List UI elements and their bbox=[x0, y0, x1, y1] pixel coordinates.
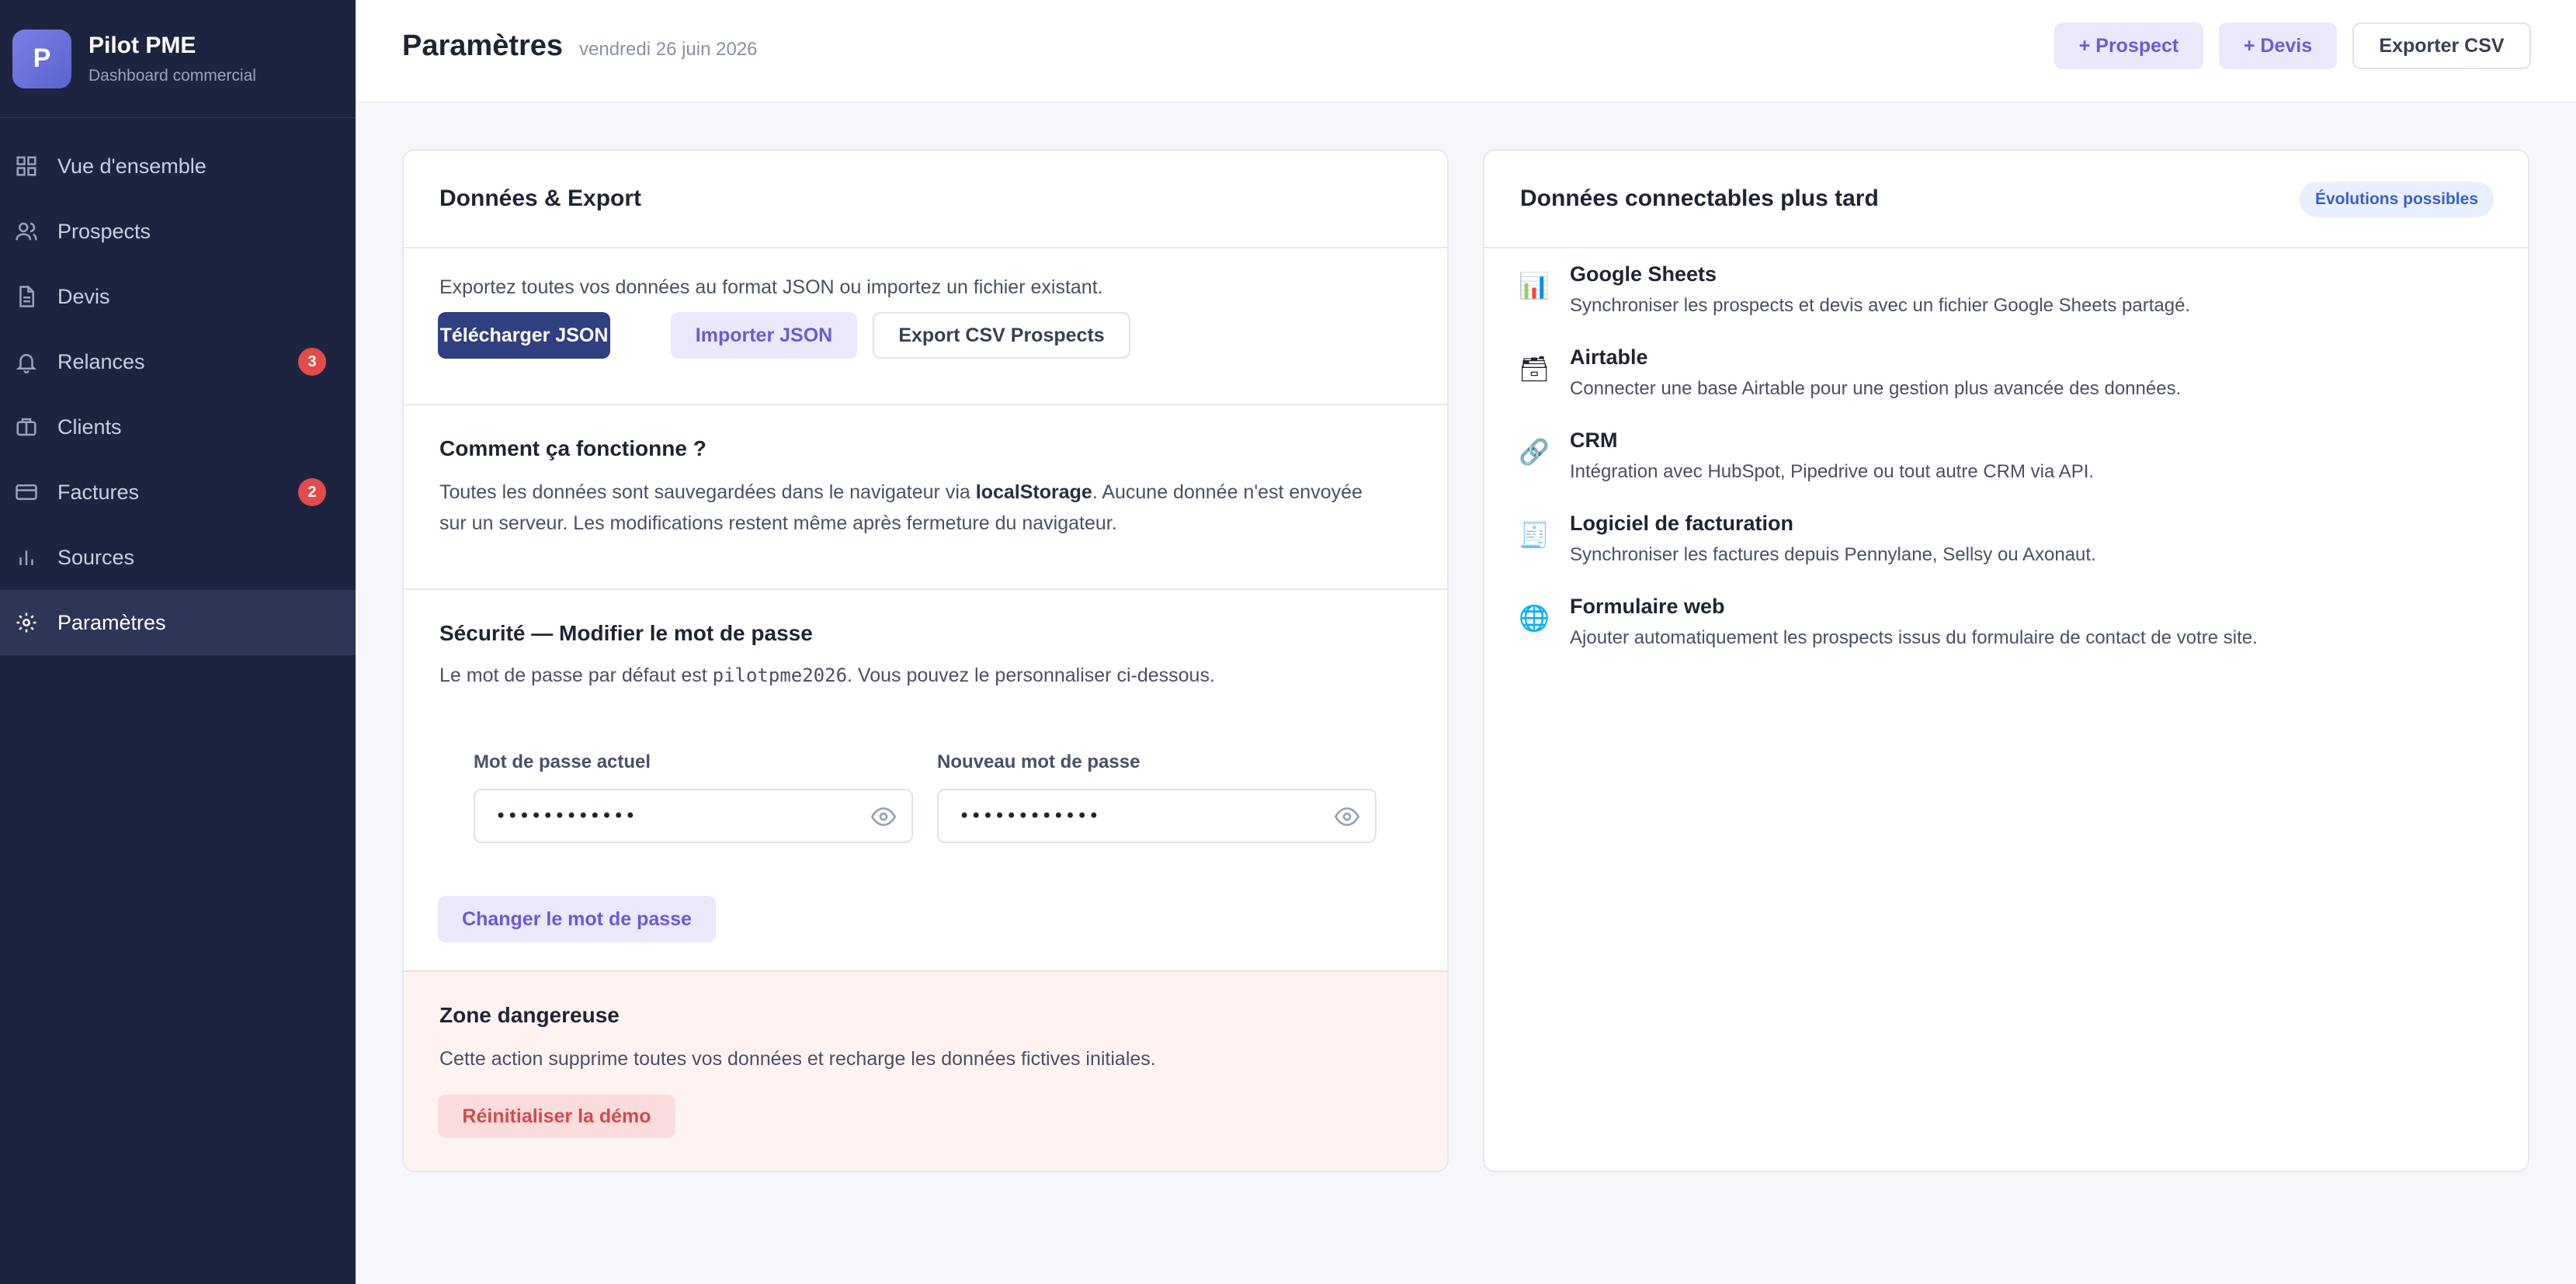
top-header: Paramètres vendredi 26 juin 2026 + Prosp… bbox=[356, 0, 2576, 102]
bar-chart-emoji-icon: 📊 bbox=[1519, 271, 1550, 300]
sidebar-nav: Vue d'ensemble Prospects Devis Relances … bbox=[0, 134, 356, 655]
gear-icon bbox=[14, 610, 39, 635]
localstorage-term: localStorage bbox=[975, 481, 1092, 503]
integration-name: Google Sheets bbox=[1570, 262, 1717, 286]
add-prospect-button[interactable]: + Prospect bbox=[2054, 23, 2203, 69]
default-password: pilotpme2026 bbox=[712, 665, 848, 686]
sidebar-item-relances[interactable]: Relances 3 bbox=[0, 329, 356, 394]
sidebar-item-label: Clients bbox=[57, 415, 122, 439]
data-export-title: Données & Export bbox=[439, 186, 642, 211]
add-devis-button[interactable]: + Devis bbox=[2219, 23, 2337, 69]
integration-name: CRM bbox=[1570, 429, 1618, 452]
integration-name: Formulaire web bbox=[1570, 595, 1725, 618]
sidebar-item-label: Sources bbox=[57, 545, 135, 569]
integration-desc: Synchroniser les prospects et devis avec… bbox=[1570, 295, 2191, 316]
integration-desc: Ajouter automatiquement les prospects is… bbox=[1570, 627, 2258, 648]
link-icon: 🔗 bbox=[1519, 437, 1550, 467]
users-icon bbox=[14, 219, 39, 244]
integrations-card: Données connectables plus tard Évolution… bbox=[1483, 149, 2529, 1172]
integration-item-google-sheets: 📊 Google Sheets Synchroniser les prospec… bbox=[1519, 262, 2494, 340]
sidebar-item-label: Relances bbox=[57, 349, 145, 373]
sidebar-item-label: Devis bbox=[57, 284, 110, 308]
integration-name: Logiciel de facturation bbox=[1570, 512, 1794, 535]
integration-desc: Intégration avec HubSpot, Pipedrive ou t… bbox=[1570, 461, 2095, 482]
security-title: Sécurité — Modifier le mot de passe bbox=[439, 621, 813, 645]
current-password-input[interactable] bbox=[475, 790, 911, 842]
import-json-button[interactable]: Importer JSON bbox=[671, 312, 857, 359]
eye-icon[interactable] bbox=[870, 806, 897, 828]
page-date: vendredi 26 juin 2026 bbox=[579, 39, 758, 60]
bar-chart-icon bbox=[14, 545, 39, 570]
integration-item-web-form: 🌐 Formulaire web Ajouter automatiquement… bbox=[1519, 595, 2494, 672]
download-json-button[interactable]: Télécharger JSON bbox=[438, 312, 610, 359]
integration-item-billing: 🧾 Logiciel de facturation Synchroniser l… bbox=[1519, 512, 2494, 589]
integration-item-crm: 🔗 CRM Intégration avec HubSpot, Pipedriv… bbox=[1519, 429, 2494, 506]
receipt-icon: 🧾 bbox=[1519, 520, 1550, 550]
sidebar-item-label: Prospects bbox=[57, 219, 151, 243]
briefcase-icon bbox=[14, 415, 39, 439]
brand-name: Pilot PME bbox=[89, 32, 196, 58]
new-password-field bbox=[937, 789, 1377, 843]
sidebar-item-sources[interactable]: Sources bbox=[0, 525, 356, 590]
how-it-works-title: Comment ça fonctionne ? bbox=[439, 436, 706, 460]
brand-subtitle: Dashboard commercial bbox=[89, 66, 256, 85]
export-csv-prospects-button[interactable]: Export CSV Prospects bbox=[873, 312, 1130, 359]
sidebar-item-label: Vue d'ensemble bbox=[57, 154, 207, 178]
credit-card-icon bbox=[14, 480, 39, 505]
integration-desc: Connecter une base Airtable pour une ges… bbox=[1570, 378, 2182, 399]
danger-zone-description: Cette action supprime toutes vos données… bbox=[439, 1048, 1156, 1070]
sidebar-item-clients[interactable]: Clients bbox=[0, 394, 356, 460]
how-it-works-section: Comment ça fonctionne ? Toutes les donné… bbox=[404, 405, 1447, 590]
integrations-title: Données connectables plus tard bbox=[1520, 186, 1879, 211]
eye-icon[interactable] bbox=[1334, 806, 1360, 828]
data-export-card: Données & Export Exportez toutes vos don… bbox=[402, 149, 1449, 1172]
bell-icon bbox=[14, 349, 39, 374]
factures-count-badge: 2 bbox=[298, 478, 326, 506]
integration-item-airtable: 🗃 Airtable Connecter une base Airtable p… bbox=[1519, 345, 2494, 423]
sidebar: P Pilot PME Dashboard commercial Vue d'e… bbox=[0, 0, 356, 1284]
globe-icon: 🌐 bbox=[1519, 603, 1550, 633]
sidebar-item-parametres[interactable]: Paramètres bbox=[0, 590, 356, 655]
page-title: Paramètres bbox=[402, 29, 564, 62]
danger-zone-section: Zone dangereuse Cette action supprime to… bbox=[404, 972, 1447, 1171]
integration-desc: Synchroniser les factures depuis Pennyla… bbox=[1570, 544, 2096, 565]
sidebar-item-prospects[interactable]: Prospects bbox=[0, 199, 356, 264]
how-it-works-text: Toutes les données sont sauvegardées dan… bbox=[439, 481, 1363, 534]
export-description: Exportez toutes vos données au format JS… bbox=[439, 276, 1103, 298]
export-csv-button[interactable]: Exporter CSV bbox=[2352, 23, 2531, 69]
brand-logo: P bbox=[12, 29, 71, 88]
current-password-field bbox=[474, 789, 913, 843]
security-description: Le mot de passe par défaut est pilotpme2… bbox=[439, 665, 1215, 686]
evolutions-badge: Évolutions possibles bbox=[2299, 182, 2494, 217]
sidebar-item-overview[interactable]: Vue d'ensemble bbox=[0, 134, 356, 199]
brand: P Pilot PME Dashboard commercial bbox=[0, 0, 356, 118]
document-icon bbox=[14, 284, 39, 309]
danger-zone-title: Zone dangereuse bbox=[439, 1003, 620, 1027]
sidebar-item-label: Factures bbox=[57, 480, 140, 504]
reset-demo-button[interactable]: Réinitialiser la démo bbox=[438, 1095, 675, 1138]
card-file-box-icon: 🗃 bbox=[1519, 354, 1550, 383]
sidebar-item-factures[interactable]: Factures 2 bbox=[0, 460, 356, 525]
relances-count-badge: 3 bbox=[298, 348, 326, 376]
sidebar-item-label: Paramètres bbox=[57, 610, 166, 634]
integration-name: Airtable bbox=[1570, 345, 1648, 369]
security-section: Sécurité — Modifier le mot de passe Le m… bbox=[404, 590, 1447, 972]
grid-icon bbox=[14, 154, 39, 179]
change-password-button[interactable]: Changer le mot de passe bbox=[438, 896, 716, 942]
current-password-label: Mot de passe actuel bbox=[474, 751, 651, 772]
sidebar-item-devis[interactable]: Devis bbox=[0, 264, 356, 329]
new-password-input[interactable] bbox=[939, 790, 1375, 842]
export-section: Exportez toutes vos données au format JS… bbox=[404, 248, 1447, 405]
new-password-label: Nouveau mot de passe bbox=[937, 751, 1140, 772]
